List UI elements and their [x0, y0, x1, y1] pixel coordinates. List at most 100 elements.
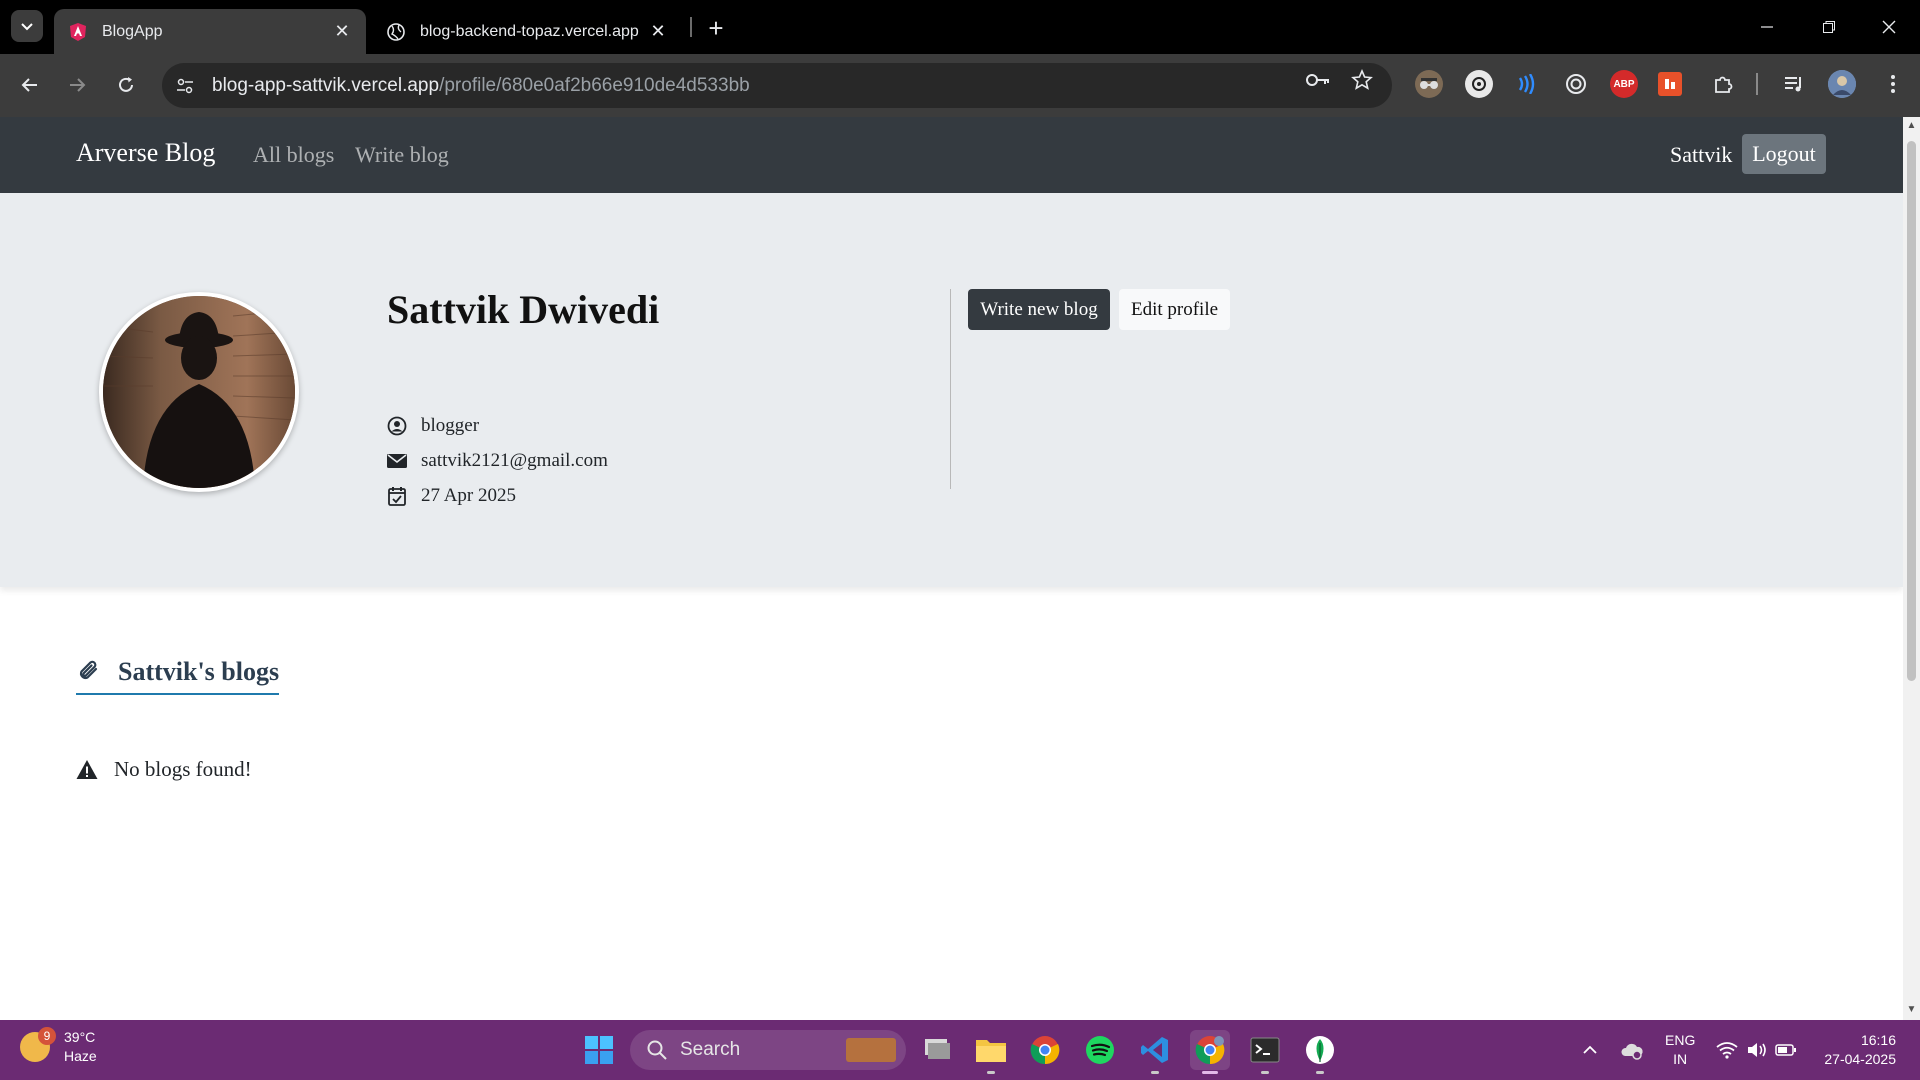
- chrome-icon: [1195, 1036, 1225, 1065]
- close-icon: [1882, 20, 1896, 34]
- paperclip-icon: [79, 660, 98, 680]
- profile-photo: [103, 296, 295, 488]
- clock-date: 27-04-2025: [1824, 1051, 1896, 1067]
- nav-all-blogs[interactable]: All blogs: [253, 142, 334, 168]
- windows-logo-icon: [585, 1036, 613, 1064]
- close-tab-icon[interactable]: ✕: [648, 21, 668, 42]
- nav-write-blog[interactable]: Write blog: [355, 142, 449, 168]
- edit-profile-button[interactable]: Edit profile: [1119, 289, 1230, 330]
- minimize-icon: [1761, 26, 1773, 28]
- weather-badge: 9: [38, 1027, 56, 1045]
- back-button[interactable]: [13, 68, 47, 102]
- volume-tray[interactable]: [1746, 1020, 1768, 1080]
- start-button[interactable]: [579, 1030, 619, 1070]
- site-settings-icon[interactable]: [174, 75, 196, 97]
- address-bar[interactable]: blog-app-sattvik.vercel.app/profile/680e…: [162, 63, 1392, 108]
- vertical-divider: [950, 289, 951, 489]
- spotify-app[interactable]: [1080, 1030, 1120, 1070]
- vscode-app[interactable]: [1135, 1030, 1175, 1074]
- office-icon[interactable]: [1658, 72, 1682, 96]
- file-explorer-app[interactable]: [971, 1030, 1011, 1074]
- profile-joined-row: 27 Apr 2025: [387, 483, 516, 509]
- no-blogs-message: No blogs found!: [76, 757, 252, 782]
- task-view-icon: [925, 1039, 950, 1059]
- chrome-app[interactable]: [1025, 1030, 1065, 1070]
- logout-button[interactable]: Logout: [1742, 134, 1826, 174]
- page-viewport: Arverse Blog All blogs Write blog Sattvi…: [0, 117, 1903, 1020]
- chrome-profile-app[interactable]: [1190, 1030, 1230, 1074]
- user-circle-icon: [387, 416, 407, 436]
- kebab-menu-icon: [1891, 75, 1895, 93]
- globe-icon: [387, 22, 405, 41]
- openai-icon[interactable]: [1465, 70, 1493, 98]
- site-navbar: Arverse Blog All blogs Write blog Sattvi…: [0, 117, 1903, 193]
- blogs-section-heading: Sattvik's blogs: [76, 657, 280, 695]
- chevron-down-icon: [21, 23, 33, 31]
- url-host: blog-app-sattvik.vercel.app: [212, 74, 440, 96]
- wifi-tray[interactable]: [1716, 1020, 1738, 1080]
- mongodb-compass-app[interactable]: [1300, 1030, 1340, 1074]
- battery-tray[interactable]: [1775, 1020, 1797, 1080]
- calendar-check-icon: [387, 486, 407, 506]
- tab-backend[interactable]: blog-backend-topaz.vercel.app ✕: [372, 9, 682, 54]
- tab-blogapp[interactable]: BlogApp ✕: [54, 9, 366, 54]
- nav-username[interactable]: Sattvik: [1670, 142, 1732, 168]
- close-tab-icon[interactable]: ✕: [332, 21, 352, 42]
- reload-button[interactable]: [109, 68, 143, 102]
- minimize-button[interactable]: [1736, 0, 1798, 54]
- onedrive-tray[interactable]: [1620, 1020, 1644, 1080]
- media-control-icon[interactable]: [1780, 70, 1808, 98]
- profile-role: blogger: [421, 415, 480, 436]
- clock-time: 16:16: [1860, 1032, 1896, 1048]
- forward-button[interactable]: [60, 68, 94, 102]
- reload-icon: [119, 77, 133, 92]
- restore-button[interactable]: [1798, 0, 1860, 54]
- weather-widget[interactable]: 9 39°C Haze: [20, 1027, 97, 1066]
- page-scrollbar[interactable]: ▲ ▼: [1903, 117, 1920, 1020]
- reader-icon[interactable]: [1512, 70, 1540, 98]
- blogs-heading-text: Sattvik's blogs: [118, 657, 280, 686]
- brand-link[interactable]: Arverse Blog: [76, 138, 215, 168]
- profile-role-row: blogger: [387, 413, 479, 439]
- language-code: ENG: [1665, 1032, 1696, 1048]
- browser-tabstrip: BlogApp ✕ blog-backend-topaz.vercel.app …: [0, 0, 1920, 54]
- spotify-icon: [1086, 1036, 1114, 1064]
- weather-desc: Haze: [64, 1048, 97, 1064]
- vscode-icon: [1141, 1037, 1168, 1063]
- url-path: /profile/680e0af2b66e910de4d533bb: [439, 74, 750, 96]
- puzzle-icon[interactable]: [1709, 70, 1737, 98]
- search-placeholder: Search: [680, 1039, 741, 1060]
- write-new-blog-button[interactable]: Write new blog: [968, 289, 1110, 330]
- profile-email: sattvik2121@gmail.com: [421, 450, 608, 471]
- terminal-icon: [1250, 1037, 1280, 1063]
- taskbar-clock[interactable]: 16:16 27-04-2025: [1812, 1031, 1896, 1069]
- scroll-up-icon[interactable]: ▲: [1906, 121, 1917, 131]
- terminal-app[interactable]: [1245, 1030, 1285, 1074]
- browser-menu-button[interactable]: [1879, 70, 1907, 98]
- weather-sun-icon: 9: [20, 1027, 56, 1062]
- wifi-icon: [1716, 1042, 1738, 1059]
- warning-triangle-icon: [76, 759, 98, 779]
- language-indicator[interactable]: ENG IN: [1665, 1020, 1695, 1080]
- profile-header: Sattvik Dwivedi blogger sattvik2121@gmai…: [0, 193, 1903, 587]
- spy-glasses-icon[interactable]: [1415, 70, 1443, 98]
- target-icon[interactable]: [1562, 70, 1590, 98]
- star-icon: [1351, 69, 1373, 90]
- tab-search-button[interactable]: [11, 10, 43, 42]
- url-text[interactable]: blog-app-sattvik.vercel.app/profile/680e…: [212, 75, 750, 97]
- scrollbar-thumb[interactable]: [1907, 141, 1916, 681]
- arrow-left-icon: [21, 78, 37, 92]
- scroll-down-icon[interactable]: ▼: [1906, 1005, 1917, 1015]
- taskbar-search[interactable]: Search: [630, 1030, 906, 1070]
- task-view-button[interactable]: [917, 1030, 957, 1070]
- cloud-icon: [1621, 1043, 1643, 1060]
- password-key-button[interactable]: [1303, 65, 1333, 95]
- profile-avatar[interactable]: [1828, 70, 1856, 98]
- tab-separator: [690, 17, 692, 37]
- bookmark-button[interactable]: [1347, 65, 1377, 95]
- tray-overflow-button[interactable]: [1582, 1020, 1598, 1080]
- new-tab-button[interactable]: +: [700, 12, 732, 44]
- speaker-icon: [1748, 1043, 1766, 1057]
- adblock-plus-icon[interactable]: ABP: [1610, 70, 1638, 98]
- close-window-button[interactable]: [1858, 0, 1920, 54]
